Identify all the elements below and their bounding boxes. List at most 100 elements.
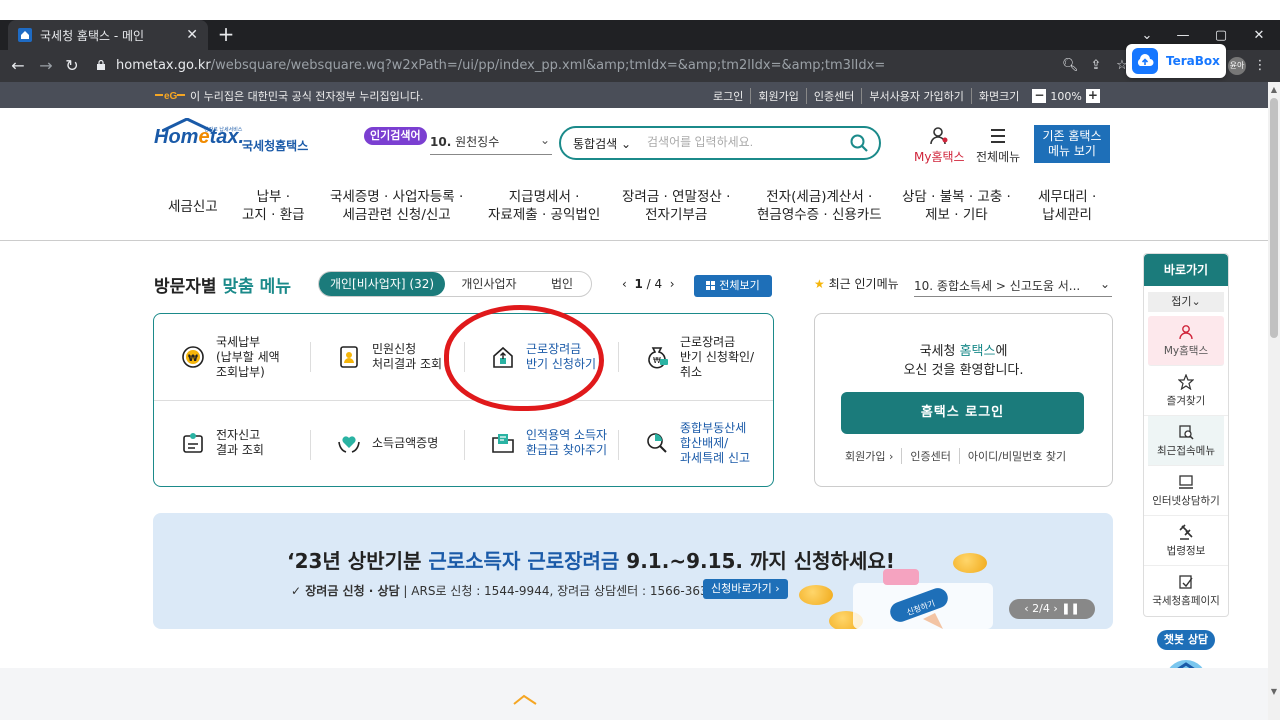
main-navigation: 세금신고 납부 · 고지 · 환급 국세증명 · 사업자등록 · 세금관련 신청… (154, 188, 1114, 228)
search-scope-select[interactable]: 통합검색 ⌄ (573, 135, 631, 152)
menu-item-label: 소득금액증명 (372, 435, 439, 450)
hometax-login-button[interactable]: 홈택스 로그인 (841, 392, 1084, 434)
chevron-down-icon: ⌄ (1099, 277, 1110, 291)
quick-internet-consult[interactable]: 인터넷상담하기 (1144, 466, 1228, 516)
zoom-level: 100% (1050, 89, 1082, 103)
welcome-part: 국세청 (919, 344, 960, 359)
popular-menu-dropdown[interactable]: 10. 종합소득세 > 신고도움 서... ⌄ (914, 277, 1112, 297)
money-bag-icon: ₩ (648, 347, 668, 369)
nav-incentives-yearend[interactable]: 장려금 · 연말정산 · 전자기부금 (622, 188, 730, 224)
collapse-button[interactable]: 접기⌄ (1148, 292, 1224, 312)
gov-notice-bar: eG 이 누리집은 대한민국 공식 전자정부 누리집입니다. 로그인 회원가입 … (0, 82, 1268, 108)
share-icon[interactable]: ⇪ (1088, 58, 1104, 74)
quick-favorites[interactable]: 즐겨찾기 (1144, 366, 1228, 416)
url-path: /websquare/websquare.wq?w2xPath=/ui/pp/i… (210, 58, 886, 73)
all-menu-button[interactable]: 전체메뉴 (976, 126, 1020, 165)
nav-tax-filing[interactable]: 세금신고 (168, 198, 218, 216)
monitor-icon (1179, 475, 1193, 489)
screen-size-label: 화면크기 (970, 88, 1026, 104)
quick-nts-homepage[interactable]: 국세청홈페이지 (1144, 566, 1228, 616)
footer-area (0, 668, 1268, 720)
zoom-icon[interactable]: 🔍︎ (1062, 58, 1079, 74)
quick-recent-menu[interactable]: 최근접속메뉴 (1148, 416, 1224, 466)
hometax-logo[interactable]: 전자로 납세서비스 Hometax. 국세청홈택스 (154, 118, 314, 160)
quick-item-label: 인터넷상담하기 (1152, 495, 1220, 507)
scroll-down-icon[interactable]: ▼ (1268, 686, 1280, 698)
chrome-menu-icon[interactable]: ⋮ (1252, 58, 1268, 74)
svg-text:₩: ₩ (653, 356, 661, 365)
scroll-thumb[interactable] (1270, 98, 1278, 338)
grid-icon (706, 281, 716, 290)
nav-certificates-registration[interactable]: 국세증명 · 사업자등록 · 세금관련 신청/신고 (330, 188, 463, 224)
search-input[interactable] (647, 135, 847, 149)
zoom-control: − 100% + (1032, 89, 1100, 103)
popular-search-dropdown[interactable]: 10. 원천징수 ⌄ (430, 133, 552, 155)
quick-item-label: 즐겨찾기 (1166, 395, 1206, 407)
cert-center-link[interactable]: 인증센터 (901, 448, 958, 464)
login-link[interactable]: 로그인 (706, 88, 750, 104)
page-scrollbar[interactable]: ▲ ▼ (1268, 82, 1280, 720)
signup-link[interactable]: 회원가입 › (845, 448, 901, 464)
quick-law-info[interactable]: 법령정보 (1144, 516, 1228, 566)
apply-shortcut-button[interactable]: 신청바로가기 › (703, 579, 788, 599)
stamp-document-icon (183, 433, 203, 453)
popular-search-badge: 인기검색어 (364, 127, 427, 145)
search-chart-icon (647, 433, 667, 453)
profile-avatar[interactable]: 윤아 (1228, 57, 1246, 75)
reload-icon[interactable]: ↻ (62, 56, 82, 76)
menu-item-label: 국세납부 (납부할 세액 조회납부) (216, 334, 280, 379)
popular-menu-label: ★ 최근 인기메뉴 (814, 275, 899, 292)
nav-consult-appeal[interactable]: 상담 · 불복 · 고충 · 제보 · 기타 (902, 188, 1011, 224)
menu-item-civil-result[interactable]: 민원신청 처리결과 조회 (310, 314, 460, 400)
new-tab-icon[interactable]: + (216, 24, 236, 44)
tab-individual-business[interactable]: 개인사업자 (445, 272, 533, 296)
menu-item-comprehensive-property-tax[interactable]: 종합부동산세 합산배제/ 과세특례 신고 (618, 400, 768, 486)
back-icon[interactable]: ← (8, 56, 28, 76)
banner-title-highlight: 근로소득자 근로장려금 (428, 549, 620, 573)
promo-banner[interactable]: ‘23년 상반기분 근로소득자 근로장려금 9.1.~9.15. 까지 신청하세… (153, 513, 1113, 629)
nav-payment-refund[interactable]: 납부 · 고지 · 환급 (242, 188, 305, 224)
recent-search-icon (1179, 425, 1194, 440)
forward-icon[interactable]: → (36, 56, 56, 76)
url-field[interactable]: hometax.go.kr/websquare/websquare.wq?w2x… (92, 54, 892, 78)
edit-document-icon (1179, 575, 1193, 589)
footer-logo-icon (513, 694, 537, 705)
my-hometax-header-button[interactable]: My홈택스 (914, 126, 965, 165)
next-page-icon[interactable]: › (670, 277, 675, 291)
menu-item-tax-payment[interactable]: ₩ 국세납부 (납부할 세액 조회납부) (154, 314, 304, 400)
search-icon[interactable] (849, 133, 869, 153)
scroll-up-icon[interactable]: ▲ (1268, 84, 1280, 96)
search-scope-label: 통합검색 (573, 137, 618, 151)
close-window-icon[interactable]: ✕ (1244, 20, 1274, 50)
coin-illustration (799, 585, 833, 605)
chatbot-button[interactable]: 챗봇 상담 (1157, 630, 1215, 650)
menu-item-earned-income-check[interactable]: ₩ 근로장려금 반기 신청확인/ 취소 (618, 314, 768, 400)
zoom-in-button[interactable]: + (1085, 89, 1100, 103)
browser-tab-bar: 국세청 홈택스 - 메인 ✕ + ⌄ — ▢ ✕ (0, 20, 1280, 50)
zoom-out-button[interactable]: − (1032, 89, 1047, 103)
terabox-extension-button[interactable]: TeraBox (1126, 44, 1226, 78)
menu-item-label: 인적용역 소득자 환급금 찾아주기 (526, 428, 608, 457)
prev-page-icon[interactable]: ‹ (622, 277, 627, 291)
old-hometax-menu-button[interactable]: 기존 홈택스 메뉴 보기 (1034, 125, 1110, 163)
dept-user-signup-link[interactable]: 부서사용자 가입하기 (861, 88, 971, 104)
menu-item-income-certificate[interactable]: 소득금액증명 (310, 400, 460, 486)
nav-invoices-receipts[interactable]: 전자(세금)계산서 · 현금영수증 · 신용카드 (757, 188, 882, 224)
nav-statements-submission[interactable]: 지급명세서 · 자료제출 · 공익법인 (488, 188, 600, 224)
cert-center-link[interactable]: 인증센터 (805, 88, 861, 104)
banner-pager[interactable]: ‹ 2/4 › ❚❚ (1009, 599, 1095, 619)
signup-link[interactable]: 회원가입 (750, 88, 805, 104)
tab-close-icon[interactable]: ✕ (186, 27, 198, 43)
menu-item-e-filing-result[interactable]: 전자신고 결과 조회 (154, 400, 304, 486)
banner-sub-bold: ✓ 장려금 신청 · 상담 (291, 584, 400, 598)
find-id-password-link[interactable]: 아이디/비밀번호 찾기 (958, 448, 1074, 464)
view-all-button[interactable]: 전체보기 (694, 275, 772, 297)
tab-individual-nonbusiness[interactable]: 개인[비사업자] (32) (319, 272, 445, 296)
menu-item-personal-service-refund[interactable]: 인적용역 소득자 환급금 찾아주기 (464, 400, 614, 486)
user-icon (1179, 325, 1193, 340)
browser-tab[interactable]: 국세청 홈택스 - 메인 ✕ (8, 20, 208, 50)
tab-corporation[interactable]: 법인 (533, 272, 591, 296)
nav-tax-agent[interactable]: 세무대리 · 납세관리 (1038, 188, 1096, 224)
quick-my-hometax[interactable]: My홈택스 (1148, 316, 1224, 366)
address-bar: ← → ↻ hometax.go.kr/websquare/websquare.… (0, 50, 1280, 82)
